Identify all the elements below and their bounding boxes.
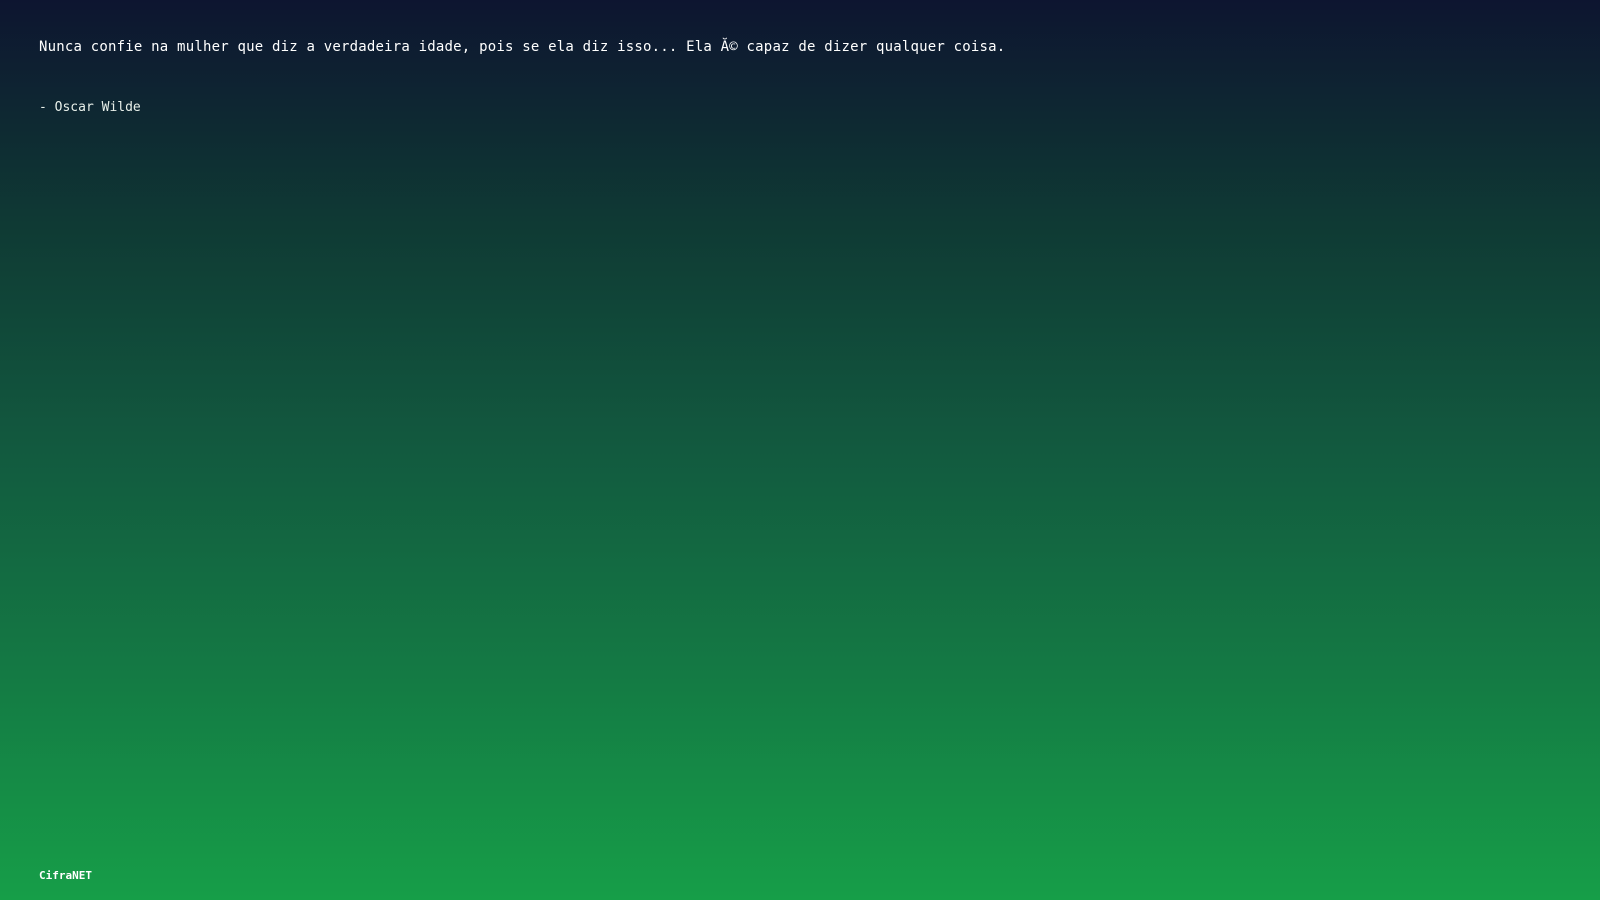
brand-label: CifraNET xyxy=(39,869,92,882)
quote-author: - Oscar Wilde xyxy=(39,100,141,115)
quote-screen: Nunca confie na mulher que diz a verdade… xyxy=(0,0,1600,900)
quote-text: Nunca confie na mulher que diz a verdade… xyxy=(39,39,1006,55)
